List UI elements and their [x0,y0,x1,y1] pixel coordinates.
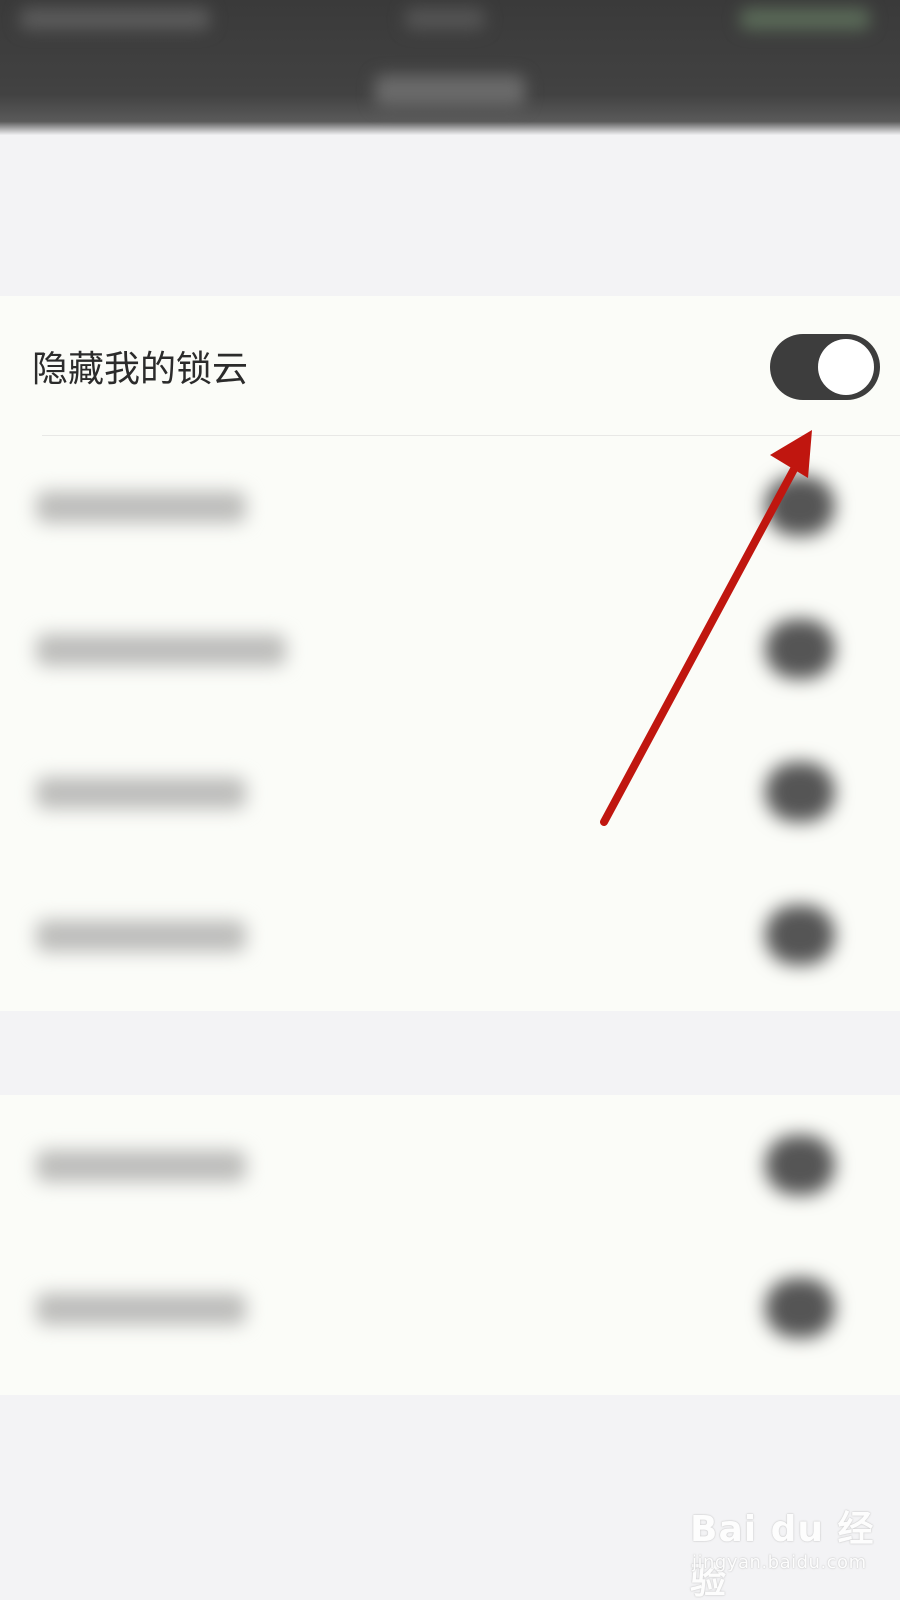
blurred-label [36,777,246,809]
blurred-label [36,1293,246,1325]
baidu-jingyan-watermark: Bai du 经验 jingyan.baidu.com [690,1500,890,1600]
blurred-label [36,634,286,666]
blurred-toggle [765,1135,835,1195]
watermark-url: jingyan.baidu.com [692,1552,867,1573]
setting-row-blurred[interactable] [0,865,900,1005]
hide-lock-cloud-toggle[interactable] [770,334,880,400]
blurred-label [36,491,246,523]
setting-row-blurred[interactable] [0,579,900,719]
status-bar-right [740,8,870,30]
toggle-knob [818,339,874,395]
blurred-label [36,1150,246,1182]
blurred-toggle [765,476,835,536]
settings-screen: 隐藏我的锁云 Bai du 经验 jingyan.baidu.com [0,0,900,1600]
blurred-toggle [765,905,835,965]
settings-group-primary: 隐藏我的锁云 [0,296,900,1011]
blurred-label [36,920,246,952]
blurred-toggle [765,762,835,822]
setting-row-hide-lock-cloud: 隐藏我的锁云 [0,296,900,436]
settings-group-secondary [0,1095,900,1395]
setting-row-blurred[interactable] [0,436,900,576]
setting-row-blurred[interactable] [0,1238,900,1378]
nav-title [375,75,525,107]
setting-row-blurred[interactable] [0,1095,900,1235]
watermark-brand: Bai du 经验 [690,1509,875,1600]
blurred-toggle [765,1278,835,1338]
status-bar-time [405,8,485,30]
setting-row-blurred[interactable] [0,722,900,862]
status-bar-left [20,8,210,30]
setting-label-hide-lock-cloud: 隐藏我的锁云 [32,349,249,390]
top-bar [0,0,900,135]
blurred-toggle [765,619,835,679]
